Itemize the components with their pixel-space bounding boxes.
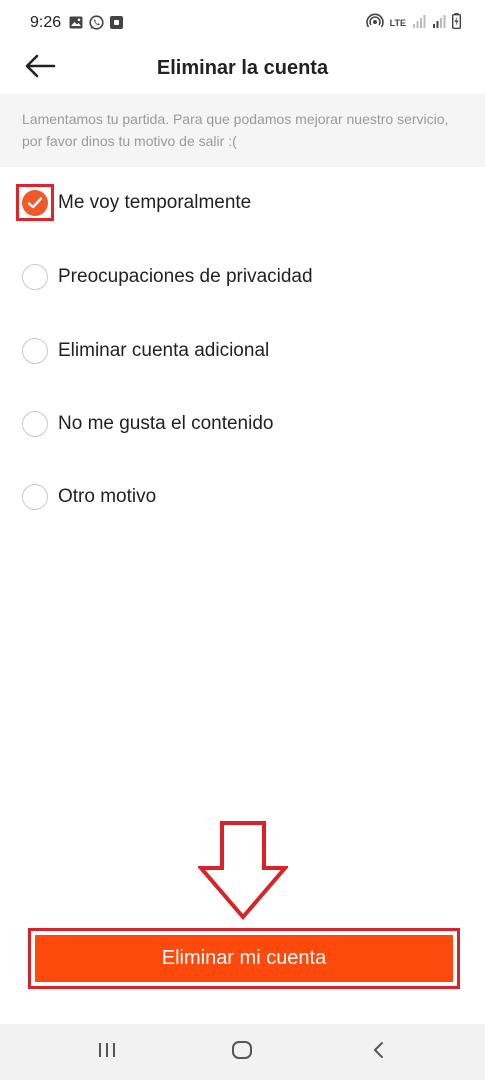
radio-unchecked[interactable]: [22, 484, 48, 510]
whatsapp-icon: [89, 15, 104, 35]
reason-item-other[interactable]: Otro motivo: [0, 471, 485, 523]
reason-label: Otro motivo: [58, 486, 157, 507]
status-system-icons: LTE: [365, 13, 461, 34]
notification-square-icon: [110, 16, 123, 34]
status-time: 9:26: [30, 14, 62, 31]
radio-unchecked[interactable]: [22, 338, 48, 364]
lte-icon: LTE: [389, 18, 406, 28]
hotspot-icon: [365, 13, 384, 34]
reason-item-temporary[interactable]: Me voy temporalmente: [0, 177, 485, 229]
reason-item-privacy[interactable]: Preocupaciones de privacidad: [0, 251, 485, 303]
recent-apps-icon: [97, 1042, 117, 1063]
info-banner: Lamentamos tu partida. Para que podamos …: [0, 94, 485, 167]
app-header: Eliminar la cuenta: [0, 46, 485, 94]
status-bar: 9:26 LTE: [0, 0, 485, 46]
radio-checked[interactable]: [22, 190, 48, 216]
radio-unchecked[interactable]: [22, 411, 48, 437]
back-icon: [371, 1041, 385, 1064]
battery-icon: [451, 13, 461, 34]
signal-icon: [412, 14, 426, 33]
nav-back-button[interactable]: [358, 1038, 398, 1066]
delete-button-highlight: Eliminar mi cuenta: [28, 928, 460, 989]
recent-apps-button[interactable]: [87, 1038, 127, 1066]
page-title: Eliminar la cuenta: [156, 57, 329, 79]
status-notification-icons: [69, 15, 123, 35]
delete-account-button[interactable]: Eliminar mi cuenta: [35, 935, 453, 982]
home-icon: [231, 1040, 253, 1065]
reason-label: Eliminar cuenta adicional: [58, 340, 270, 361]
reason-item-additional-account[interactable]: Eliminar cuenta adicional: [0, 325, 485, 377]
down-arrow-annotation: [196, 820, 290, 925]
system-nav-bar: [0, 1024, 485, 1080]
reason-label: No me gusta el contenido: [58, 413, 274, 434]
image-icon: [69, 16, 83, 34]
info-text: Lamentamos tu partida. Para que podamos …: [22, 111, 449, 149]
radio-unchecked[interactable]: [22, 264, 48, 290]
reason-label: Preocupaciones de privacidad: [58, 266, 313, 287]
reason-item-content[interactable]: No me gusta el contenido: [0, 398, 485, 450]
home-button[interactable]: [222, 1038, 262, 1066]
signal-icon: [432, 14, 446, 33]
reason-label: Me voy temporalmente: [58, 192, 252, 213]
